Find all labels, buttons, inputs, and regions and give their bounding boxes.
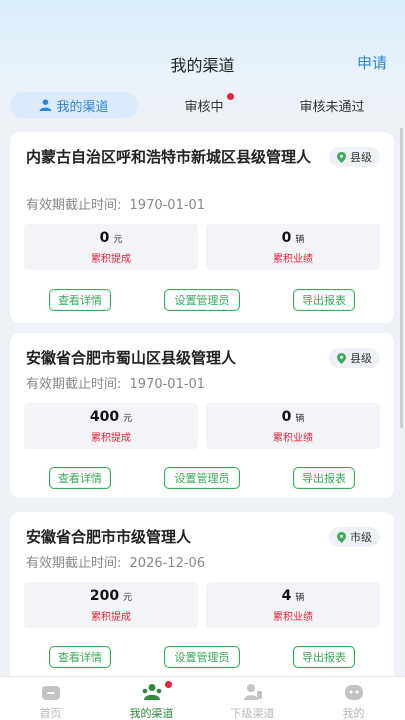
tabbar-item-sub-channel[interactable]: 下级渠道 [202, 677, 303, 720]
commission-label: 累积提成 [91, 254, 131, 265]
sales-value: 0 [281, 409, 292, 425]
sales-unit: 辆 [295, 593, 305, 603]
sales-unit: 辆 [295, 414, 305, 424]
sales-unit: 辆 [295, 235, 305, 245]
tab-bar: 我的渠道 审核中 审核未通过 [0, 92, 405, 120]
channel-list[interactable]: 内蒙古自治区呼和浩特市新城区县级管理人 县级 有效期截止时间: 1970-01-… [0, 124, 405, 676]
tab-label: 审核中 [184, 99, 224, 115]
tabbar-label: 我的 [342, 707, 365, 720]
sales-stat: 0辆 累积业绩 [206, 403, 380, 449]
tab-my-channel[interactable]: 我的渠道 [10, 92, 138, 118]
sales-stat: 0辆 累积业绩 [206, 224, 380, 270]
tabbar-label: 下级渠道 [230, 707, 275, 720]
commission-value: 200 [89, 588, 120, 604]
user-group-icon [39, 99, 52, 111]
commission-value: 400 [89, 409, 120, 425]
location-pin-icon [337, 151, 346, 163]
tabbar-item-my-channel[interactable]: 我的渠道 [101, 677, 202, 720]
apply-button[interactable]: 申请 [357, 52, 387, 73]
notification-dot [165, 681, 172, 688]
expiry-date: 1970-01-01 [129, 377, 206, 392]
notification-dot [226, 92, 234, 100]
commission-stat: 200 元 累积提成 [24, 582, 198, 628]
location-pin-icon [337, 531, 346, 543]
navbar: 我的渠道 申请 [0, 44, 405, 84]
export-report-button[interactable]: 导出报表 [293, 289, 355, 311]
level-label: 县级 [350, 151, 372, 164]
sales-label: 累积业绩 [273, 433, 313, 444]
tabbar-label: 我的渠道 [129, 707, 174, 720]
set-admin-button[interactable]: 设置管理员 [164, 467, 240, 489]
commission-label: 累积提成 [91, 612, 131, 623]
sub-channel-icon [244, 684, 262, 700]
commission-unit: 元 [123, 414, 133, 424]
tab-label: 我的渠道 [56, 99, 109, 115]
sales-value: 0 [281, 230, 292, 246]
sales-stat: 4辆 累积业绩 [206, 582, 380, 628]
level-label: 市级 [350, 531, 372, 544]
set-admin-button[interactable]: 设置管理员 [164, 646, 240, 668]
export-report-button[interactable]: 导出报表 [293, 467, 355, 489]
commission-stat: 400 元 累积提成 [24, 403, 198, 449]
channel-card: 安徽省合肥市蜀山区县级管理人 县级 有效期截止时间: 1970-01-01 40… [10, 333, 394, 498]
page-title: 我的渠道 [170, 56, 235, 75]
export-report-button[interactable]: 导出报表 [293, 646, 355, 668]
expiry-date: 2026-12-06 [129, 556, 206, 571]
expiry-info: 有效期截止时间: 1970-01-01 [26, 373, 205, 392]
home-icon [42, 686, 60, 700]
location-pin-icon [337, 352, 346, 364]
sales-value: 4 [281, 588, 292, 604]
channel-card: 安徽省合肥市市级管理人 市级 有效期截止时间: 2026-12-06 200 元 … [10, 512, 394, 676]
view-details-button[interactable]: 查看详情 [49, 467, 111, 489]
commission-stat: 0元 累积提成 [24, 224, 198, 270]
sales-label: 累积业绩 [273, 254, 313, 265]
tab-label: 审核未通过 [299, 99, 365, 115]
tabbar-item-profile[interactable]: 我的 [303, 677, 404, 720]
tab-rejected[interactable]: 审核未通过 [283, 92, 381, 118]
tabbar-item-home[interactable]: 首页 [0, 677, 101, 720]
view-details-button[interactable]: 查看详情 [49, 646, 111, 668]
channel-title: 安徽省合肥市蜀山区县级管理人 [26, 349, 237, 367]
commission-value: 0 [99, 230, 110, 246]
bottom-tab-bar: 首页 我的渠道 下级渠道 我的 [0, 676, 405, 720]
expiry-label: 有效期截止时间: [26, 198, 122, 213]
expiry-info: 有效期截止时间: 1970-01-01 [26, 194, 205, 213]
channel-title: 内蒙古自治区呼和浩特市新城区县级管理人 [26, 148, 312, 166]
expiry-info: 有效期截止时间: 2026-12-06 [26, 552, 205, 571]
expiry-label: 有效期截止时间: [26, 556, 122, 571]
expiry-label: 有效期截止时间: [26, 377, 122, 392]
sales-label: 累积业绩 [273, 612, 313, 623]
set-admin-button[interactable]: 设置管理员 [164, 289, 240, 311]
channel-card: 内蒙古自治区呼和浩特市新城区县级管理人 县级 有效期截止时间: 1970-01-… [10, 132, 394, 323]
commission-unit: 元 [113, 235, 123, 245]
commission-label: 累积提成 [91, 433, 131, 444]
expiry-date: 1970-01-01 [129, 198, 206, 213]
tab-under-review[interactable]: 审核中 [172, 92, 236, 118]
commission-unit: 元 [123, 593, 133, 603]
level-badge: 市级 [329, 527, 380, 547]
view-details-button[interactable]: 查看详情 [49, 289, 111, 311]
level-label: 县级 [350, 352, 372, 365]
level-badge: 县级 [329, 348, 380, 368]
level-badge: 县级 [329, 147, 380, 167]
channel-icon [142, 684, 162, 700]
tabbar-label: 首页 [39, 707, 62, 720]
scrollbar[interactable] [400, 128, 403, 428]
channel-title: 安徽省合肥市市级管理人 [26, 528, 192, 546]
profile-icon [345, 685, 363, 700]
